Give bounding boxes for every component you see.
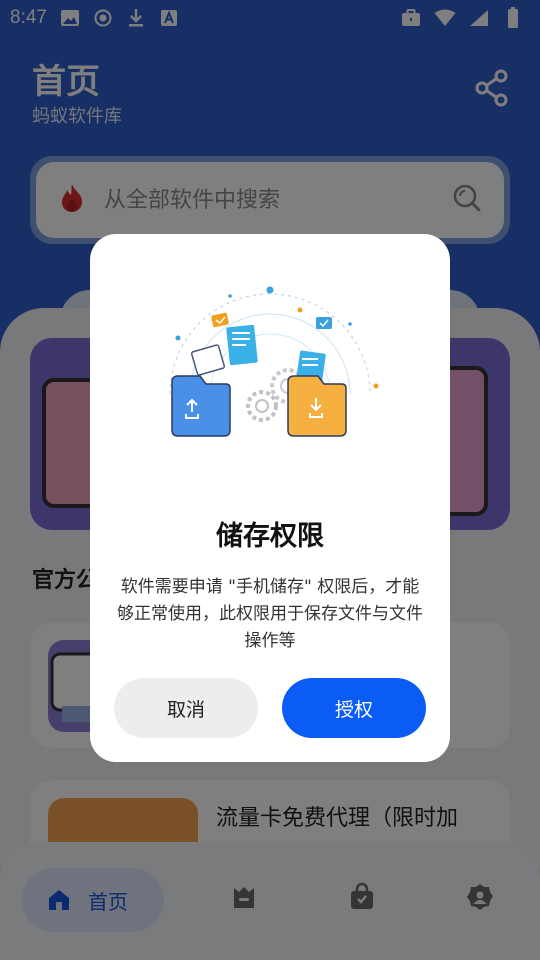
dialog-title: 储存权限: [216, 521, 324, 552]
dialog-message: 软件需要申请 "手机储存" 权限后，才能够正常使用，此权限用于保存文件与文件操作…: [117, 577, 423, 651]
storage-permission-dialog: 储存权限 软件需要申请 "手机储存" 权限后，才能够正常使用，此权限用于保存文件…: [90, 234, 450, 762]
authorize-button[interactable]: 授权: [282, 678, 426, 738]
cancel-button[interactable]: 取消: [114, 678, 258, 738]
folder-transfer-illustration: [150, 274, 390, 454]
